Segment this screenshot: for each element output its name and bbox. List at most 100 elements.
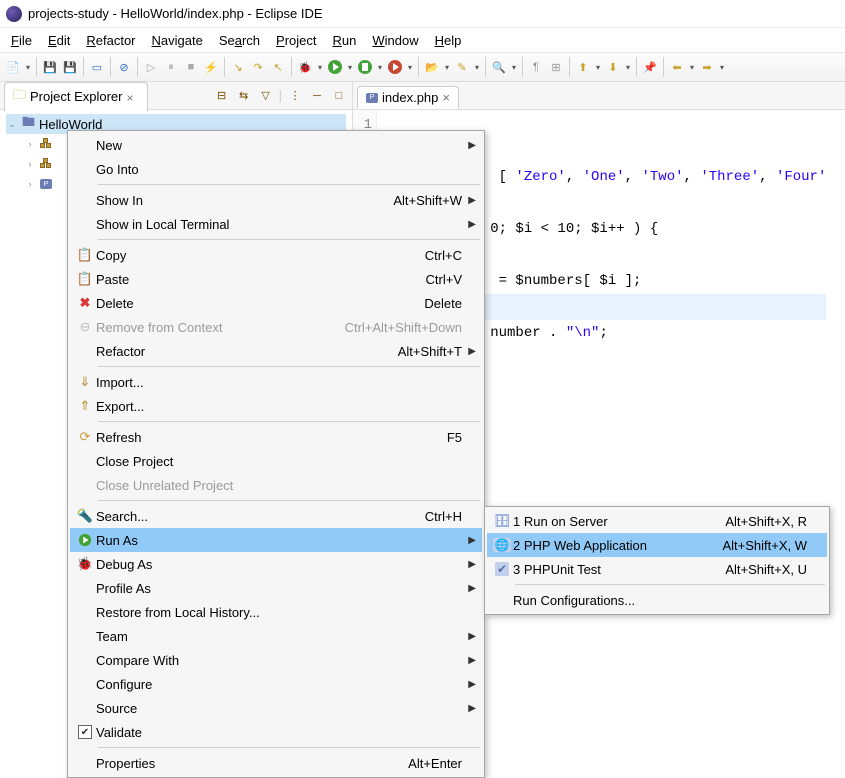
menu-item-paste[interactable]: 📋PasteCtrl+V [70, 267, 482, 291]
save-icon[interactable]: 💾 [41, 58, 59, 76]
close-icon[interactable]: × [442, 90, 450, 105]
menu-item-properties[interactable]: PropertiesAlt+Enter [70, 751, 482, 775]
menu-item-restore-from-local-history[interactable]: Restore from Local History... [70, 600, 482, 624]
submenu-item-1-run-on-server[interactable]: 🗄1 Run on ServerAlt+Shift+X, R [487, 509, 827, 533]
menu-item-source[interactable]: Source▶ [70, 696, 482, 720]
block-select-icon[interactable]: ⊞ [547, 58, 565, 76]
menu-accelerator: Alt+Shift+X, R [725, 514, 807, 529]
dropdown-icon[interactable]: ▾ [473, 63, 481, 72]
dropdown-icon[interactable]: ▾ [443, 63, 451, 72]
expand-icon[interactable]: › [24, 159, 36, 169]
menu-item-close-project[interactable]: Close Project [70, 449, 482, 473]
collapse-all-icon[interactable]: ⊟ [213, 87, 231, 105]
menu-item-show-in-local-terminal[interactable]: Show in Local Terminal ▶ [70, 212, 482, 236]
submenu-item-run-configurations[interactable]: Run Configurations... [487, 588, 827, 612]
dropdown-icon[interactable]: ▾ [510, 63, 518, 72]
menu-item-profile-as[interactable]: Profile As▶ [70, 576, 482, 600]
menu-item-compare-with[interactable]: Compare With▶ [70, 648, 482, 672]
server-icon: 🗄 [491, 513, 513, 529]
skip-bp-icon[interactable]: ⊘ [115, 58, 133, 76]
dropdown-icon[interactable]: ▾ [624, 63, 632, 72]
menu-item-debug-as[interactable]: 🐞Debug As▶ [70, 552, 482, 576]
debug-icon[interactable]: 🐞 [296, 58, 314, 76]
debug-dropdown-icon[interactable]: ▾ [316, 63, 324, 72]
submenu-arrow-icon: ▶ [468, 679, 476, 690]
profile-icon[interactable] [386, 58, 404, 76]
menu-window[interactable]: Window [365, 31, 425, 50]
menu-item-search[interactable]: 🔦Search...Ctrl+H [70, 504, 482, 528]
step-into-icon[interactable]: ↘ [229, 58, 247, 76]
dropdown-icon[interactable]: ▾ [688, 63, 696, 72]
expand-icon[interactable]: › [24, 179, 36, 189]
link-editor-icon[interactable]: ⇆ [235, 87, 253, 105]
menu-item-team[interactable]: Team▶ [70, 624, 482, 648]
menu-run[interactable]: Run [326, 31, 364, 50]
context-menu[interactable]: New▶Go IntoShow InAlt+Shift+W▶Show in Lo… [67, 130, 485, 778]
save-all-icon[interactable]: 💾 [61, 58, 79, 76]
profile-dropdown-icon[interactable]: ▾ [406, 63, 414, 72]
coverage-dropdown-icon[interactable]: ▾ [376, 63, 384, 72]
menu-item-show-in[interactable]: Show InAlt+Shift+W▶ [70, 188, 482, 212]
view-menu-icon[interactable]: ⋮ [286, 87, 304, 105]
menu-project[interactable]: Project [269, 31, 323, 50]
close-icon[interactable]: × [127, 91, 139, 103]
coverage-icon[interactable] [356, 58, 374, 76]
new-class-icon[interactable]: 📂 [423, 58, 441, 76]
separator [137, 57, 138, 77]
submenu-arrow-icon: ▶ [468, 195, 476, 206]
context-submenu-run-as[interactable]: 🗄1 Run on ServerAlt+Shift+X, R🌐2 PHP Web… [484, 506, 830, 615]
menu-item-refresh[interactable]: ⟳RefreshF5 [70, 425, 482, 449]
dropdown-icon[interactable]: ▾ [594, 63, 602, 72]
disconnect-icon[interactable]: ⚡ [202, 58, 220, 76]
new-package-icon[interactable]: ✎ [453, 58, 471, 76]
maximize-icon[interactable]: □ [330, 87, 348, 105]
step-return-icon[interactable]: ↖ [269, 58, 287, 76]
search-icon[interactable]: 🔍 [490, 58, 508, 76]
forward-icon[interactable]: ➡ [698, 58, 716, 76]
new-dropdown-icon[interactable]: ▾ [24, 63, 32, 72]
filter-icon[interactable]: ▽ [257, 87, 275, 105]
step-over-icon[interactable]: ↷ [249, 58, 267, 76]
menu-item-configure[interactable]: Configure▶ [70, 672, 482, 696]
menu-item-copy[interactable]: 📋CopyCtrl+C [70, 243, 482, 267]
back-icon[interactable]: ⬅ [668, 58, 686, 76]
menu-refactor[interactable]: Refactor [79, 31, 142, 50]
minimize-icon[interactable]: ─ [308, 87, 326, 105]
editor-tab-index-php[interactable]: P index.php × [357, 86, 459, 109]
dropdown-icon[interactable]: ▾ [718, 63, 726, 72]
submenu-item-2-php-web-application[interactable]: 🌐2 PHP Web ApplicationAlt+Shift+X, W [487, 533, 827, 557]
submenu-arrow-icon: ▶ [468, 219, 476, 230]
menu-file[interactable]: File [4, 31, 39, 50]
resume-icon[interactable]: ▷ [142, 58, 160, 76]
toggle-mark-icon[interactable]: ¶ [527, 58, 545, 76]
menu-label: Import... [96, 375, 462, 390]
menu-item-run-as[interactable]: Run As▶ [70, 528, 482, 552]
menu-label: Source [96, 701, 462, 716]
suspend-icon[interactable]: ⏸ [162, 58, 180, 76]
toggle-breadcrumb-icon[interactable]: ▭ [88, 58, 106, 76]
menu-item-refactor[interactable]: RefactorAlt+Shift+T▶ [70, 339, 482, 363]
prev-annotation-icon[interactable]: ⬆ [574, 58, 592, 76]
expand-icon[interactable]: ⌄ [6, 119, 18, 130]
menu-label: Refresh [96, 430, 447, 445]
menu-edit[interactable]: Edit [41, 31, 77, 50]
project-explorer-tab[interactable]: 🗀 Project Explorer × [4, 82, 148, 112]
pin-icon[interactable]: 📌 [641, 58, 659, 76]
menu-label: Show in Local Terminal [96, 217, 462, 232]
submenu-item-3-phpunit-test[interactable]: ✔3 PHPUnit TestAlt+Shift+X, U [487, 557, 827, 581]
menu-item-go-into[interactable]: Go Into [70, 157, 482, 181]
run-icon[interactable] [326, 58, 344, 76]
expand-icon[interactable]: › [24, 139, 36, 149]
run-dropdown-icon[interactable]: ▾ [346, 63, 354, 72]
menu-search[interactable]: Search [212, 31, 267, 50]
menu-navigate[interactable]: Navigate [145, 31, 210, 50]
menu-help[interactable]: Help [428, 31, 469, 50]
menu-item-import[interactable]: ⇓Import... [70, 370, 482, 394]
menu-item-delete[interactable]: ✖DeleteDelete [70, 291, 482, 315]
new-icon[interactable]: 📄 [4, 58, 22, 76]
menu-item-validate[interactable]: ✔Validate [70, 720, 482, 744]
menu-item-export[interactable]: ⇑Export... [70, 394, 482, 418]
menu-item-new[interactable]: New▶ [70, 133, 482, 157]
next-annotation-icon[interactable]: ⬇ [604, 58, 622, 76]
terminate-icon[interactable]: ■ [182, 58, 200, 76]
